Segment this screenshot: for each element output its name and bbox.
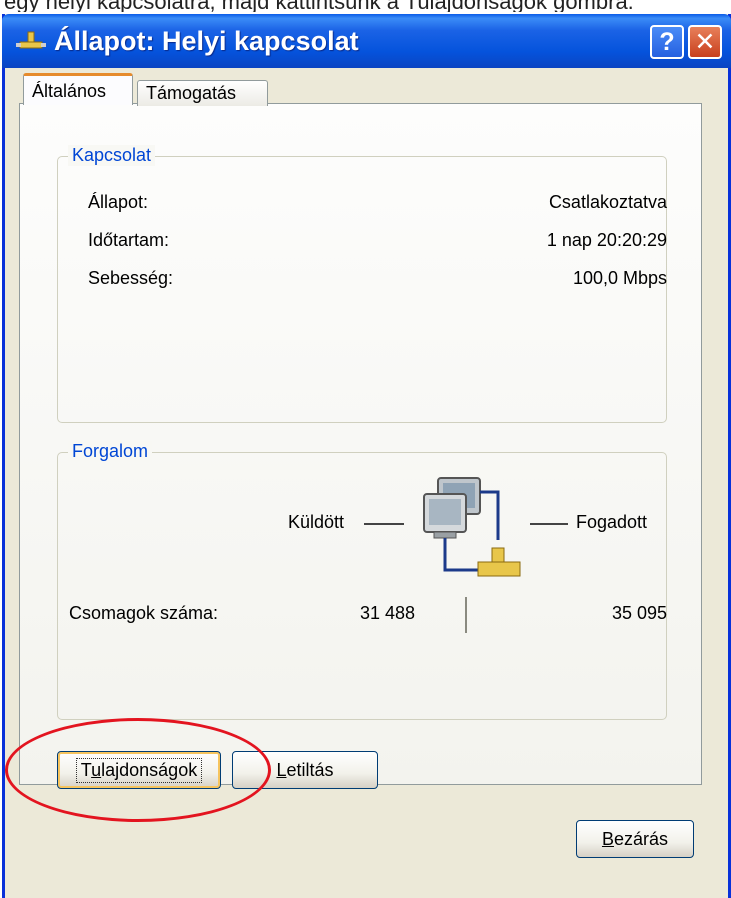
duration-label: Időtartam: <box>88 230 170 250</box>
network-computers-icon <box>423 477 521 577</box>
disable-button[interactable]: Letiltás <box>232 751 378 789</box>
duration-value: 1 nap 20:20:29 <box>546 230 667 250</box>
tab-general[interactable]: Általános <box>23 73 133 105</box>
disable-button-label: Letiltás <box>276 759 334 780</box>
connection-group-legend: Kapcsolat <box>68 145 156 166</box>
close-button-label: Bezárás <box>601 828 669 849</box>
close-window-button[interactable]: ✕ <box>688 25 722 59</box>
sent-packets-value: 31 488 <box>360 603 416 623</box>
received-label: Fogadott <box>576 512 648 532</box>
speed-value: 100,0 Mbps <box>572 268 667 288</box>
traffic-group: Forgalom <box>57 441 667 720</box>
packets-label: Csomagok száma: <box>69 603 219 623</box>
received-line <box>530 523 568 525</box>
title-bar[interactable]: Állapot: Helyi kapcsolat ? ✕ <box>2 14 731 68</box>
sent-line <box>364 523 404 525</box>
traffic-divider <box>465 597 467 633</box>
clipped-instruction-text: egy helyi kapcsolatra, majd kattintsunk … <box>0 0 731 12</box>
properties-button[interactable]: Tulajdonságok <box>57 751 221 789</box>
properties-button-label: Tulajdonságok <box>75 757 203 783</box>
tab-support[interactable]: Támogatás <box>137 80 268 106</box>
received-packets-value: 35 095 <box>611 603 667 623</box>
traffic-group-legend: Forgalom <box>68 441 153 462</box>
status-label: Állapot: <box>88 192 149 212</box>
status-value: Csatlakoztatva <box>548 192 667 212</box>
network-connection-icon <box>16 31 46 49</box>
help-button[interactable]: ? <box>650 25 684 59</box>
speed-label: Sebesség: <box>88 268 174 288</box>
window-title: Állapot: Helyi kapcsolat <box>54 26 359 56</box>
close-button[interactable]: Bezárás <box>576 820 694 858</box>
sent-label: Küldött <box>288 512 345 532</box>
